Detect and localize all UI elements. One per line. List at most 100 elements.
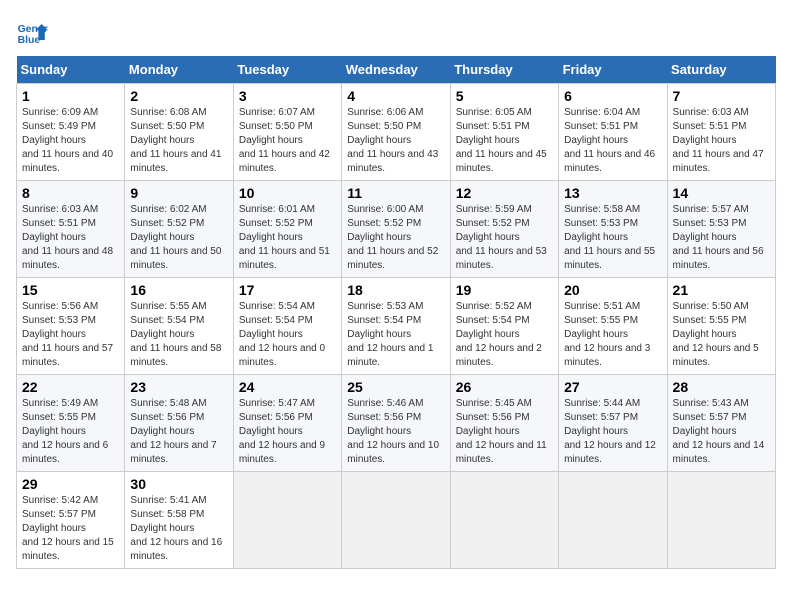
calendar-cell xyxy=(559,472,667,569)
day-number: 19 xyxy=(456,282,553,298)
calendar-cell: 3 Sunrise: 6:07 AMSunset: 5:50 PMDayligh… xyxy=(233,84,341,181)
calendar-cell: 21 Sunrise: 5:50 AMSunset: 5:55 PMDaylig… xyxy=(667,278,775,375)
week-row: 15 Sunrise: 5:56 AMSunset: 5:53 PMDaylig… xyxy=(17,278,776,375)
day-detail: Sunrise: 5:59 AMSunset: 5:52 PMDaylight … xyxy=(456,204,547,271)
week-row: 8 Sunrise: 6:03 AMSunset: 5:51 PMDayligh… xyxy=(17,181,776,278)
calendar-cell: 29 Sunrise: 5:42 AMSunset: 5:57 PMDaylig… xyxy=(17,472,125,569)
day-number: 29 xyxy=(22,476,119,492)
day-header-tuesday: Tuesday xyxy=(233,56,341,84)
day-detail: Sunrise: 6:02 AMSunset: 5:52 PMDaylight … xyxy=(130,204,221,271)
week-row: 1 Sunrise: 6:09 AMSunset: 5:49 PMDayligh… xyxy=(17,84,776,181)
calendar-cell: 6 Sunrise: 6:04 AMSunset: 5:51 PMDayligh… xyxy=(559,84,667,181)
day-detail: Sunrise: 5:46 AMSunset: 5:56 PMDaylight … xyxy=(347,398,439,465)
calendar-cell: 14 Sunrise: 5:57 AMSunset: 5:53 PMDaylig… xyxy=(667,181,775,278)
calendar-cell: 12 Sunrise: 5:59 AMSunset: 5:52 PMDaylig… xyxy=(450,181,558,278)
day-detail: Sunrise: 6:03 AMSunset: 5:51 PMDaylight … xyxy=(22,204,113,271)
day-detail: Sunrise: 5:56 AMSunset: 5:53 PMDaylight … xyxy=(22,301,113,368)
day-number: 17 xyxy=(239,282,336,298)
day-number: 24 xyxy=(239,379,336,395)
day-number: 14 xyxy=(673,185,770,201)
calendar-cell: 7 Sunrise: 6:03 AMSunset: 5:51 PMDayligh… xyxy=(667,84,775,181)
day-number: 11 xyxy=(347,185,444,201)
day-number: 18 xyxy=(347,282,444,298)
day-number: 22 xyxy=(22,379,119,395)
day-detail: Sunrise: 6:01 AMSunset: 5:52 PMDaylight … xyxy=(239,204,330,271)
logo-icon: General Blue xyxy=(16,16,48,48)
day-number: 28 xyxy=(673,379,770,395)
calendar-cell xyxy=(667,472,775,569)
day-header-sunday: Sunday xyxy=(17,56,125,84)
calendar-cell: 23 Sunrise: 5:48 AMSunset: 5:56 PMDaylig… xyxy=(125,375,233,472)
day-number: 21 xyxy=(673,282,770,298)
calendar-cell: 27 Sunrise: 5:44 AMSunset: 5:57 PMDaylig… xyxy=(559,375,667,472)
logo: General Blue xyxy=(16,16,52,48)
calendar-cell: 8 Sunrise: 6:03 AMSunset: 5:51 PMDayligh… xyxy=(17,181,125,278)
calendar-cell: 13 Sunrise: 5:58 AMSunset: 5:53 PMDaylig… xyxy=(559,181,667,278)
day-detail: Sunrise: 6:09 AMSunset: 5:49 PMDaylight … xyxy=(22,107,113,174)
day-detail: Sunrise: 6:06 AMSunset: 5:50 PMDaylight … xyxy=(347,107,438,174)
day-number: 3 xyxy=(239,88,336,104)
day-number: 27 xyxy=(564,379,661,395)
day-detail: Sunrise: 5:43 AMSunset: 5:57 PMDaylight … xyxy=(673,398,765,465)
calendar-cell: 28 Sunrise: 5:43 AMSunset: 5:57 PMDaylig… xyxy=(667,375,775,472)
day-detail: Sunrise: 6:04 AMSunset: 5:51 PMDaylight … xyxy=(564,107,655,174)
week-row: 29 Sunrise: 5:42 AMSunset: 5:57 PMDaylig… xyxy=(17,472,776,569)
calendar-cell: 10 Sunrise: 6:01 AMSunset: 5:52 PMDaylig… xyxy=(233,181,341,278)
day-detail: Sunrise: 6:03 AMSunset: 5:51 PMDaylight … xyxy=(673,107,764,174)
calendar-table: SundayMondayTuesdayWednesdayThursdayFrid… xyxy=(16,56,776,569)
day-number: 12 xyxy=(456,185,553,201)
day-detail: Sunrise: 5:45 AMSunset: 5:56 PMDaylight … xyxy=(456,398,547,465)
day-header-friday: Friday xyxy=(559,56,667,84)
calendar-cell: 5 Sunrise: 6:05 AMSunset: 5:51 PMDayligh… xyxy=(450,84,558,181)
svg-text:Blue: Blue xyxy=(18,35,41,46)
day-number: 20 xyxy=(564,282,661,298)
day-number: 15 xyxy=(22,282,119,298)
day-detail: Sunrise: 5:52 AMSunset: 5:54 PMDaylight … xyxy=(456,301,542,368)
calendar-cell: 26 Sunrise: 5:45 AMSunset: 5:56 PMDaylig… xyxy=(450,375,558,472)
calendar-cell: 25 Sunrise: 5:46 AMSunset: 5:56 PMDaylig… xyxy=(342,375,450,472)
day-number: 10 xyxy=(239,185,336,201)
day-number: 5 xyxy=(456,88,553,104)
calendar-cell: 19 Sunrise: 5:52 AMSunset: 5:54 PMDaylig… xyxy=(450,278,558,375)
day-number: 13 xyxy=(564,185,661,201)
day-detail: Sunrise: 6:05 AMSunset: 5:51 PMDaylight … xyxy=(456,107,547,174)
calendar-cell: 15 Sunrise: 5:56 AMSunset: 5:53 PMDaylig… xyxy=(17,278,125,375)
day-detail: Sunrise: 5:58 AMSunset: 5:53 PMDaylight … xyxy=(564,204,655,271)
calendar-cell xyxy=(233,472,341,569)
day-header-wednesday: Wednesday xyxy=(342,56,450,84)
day-detail: Sunrise: 5:44 AMSunset: 5:57 PMDaylight … xyxy=(564,398,656,465)
day-detail: Sunrise: 5:50 AMSunset: 5:55 PMDaylight … xyxy=(673,301,759,368)
calendar-cell: 9 Sunrise: 6:02 AMSunset: 5:52 PMDayligh… xyxy=(125,181,233,278)
day-detail: Sunrise: 6:08 AMSunset: 5:50 PMDaylight … xyxy=(130,107,221,174)
day-number: 23 xyxy=(130,379,227,395)
day-number: 1 xyxy=(22,88,119,104)
day-detail: Sunrise: 5:54 AMSunset: 5:54 PMDaylight … xyxy=(239,301,325,368)
day-detail: Sunrise: 5:41 AMSunset: 5:58 PMDaylight … xyxy=(130,495,222,562)
day-detail: Sunrise: 6:07 AMSunset: 5:50 PMDaylight … xyxy=(239,107,330,174)
day-number: 16 xyxy=(130,282,227,298)
day-number: 4 xyxy=(347,88,444,104)
day-detail: Sunrise: 5:57 AMSunset: 5:53 PMDaylight … xyxy=(673,204,764,271)
day-detail: Sunrise: 6:00 AMSunset: 5:52 PMDaylight … xyxy=(347,204,438,271)
calendar-cell: 2 Sunrise: 6:08 AMSunset: 5:50 PMDayligh… xyxy=(125,84,233,181)
day-number: 7 xyxy=(673,88,770,104)
day-number: 6 xyxy=(564,88,661,104)
day-number: 25 xyxy=(347,379,444,395)
day-detail: Sunrise: 5:53 AMSunset: 5:54 PMDaylight … xyxy=(347,301,433,368)
calendar-cell: 30 Sunrise: 5:41 AMSunset: 5:58 PMDaylig… xyxy=(125,472,233,569)
day-number: 26 xyxy=(456,379,553,395)
day-number: 9 xyxy=(130,185,227,201)
day-detail: Sunrise: 5:42 AMSunset: 5:57 PMDaylight … xyxy=(22,495,114,562)
calendar-cell: 17 Sunrise: 5:54 AMSunset: 5:54 PMDaylig… xyxy=(233,278,341,375)
page-header: General Blue xyxy=(16,16,776,48)
calendar-cell: 24 Sunrise: 5:47 AMSunset: 5:56 PMDaylig… xyxy=(233,375,341,472)
calendar-cell xyxy=(342,472,450,569)
day-header-monday: Monday xyxy=(125,56,233,84)
day-number: 8 xyxy=(22,185,119,201)
calendar-cell: 20 Sunrise: 5:51 AMSunset: 5:55 PMDaylig… xyxy=(559,278,667,375)
calendar-cell: 16 Sunrise: 5:55 AMSunset: 5:54 PMDaylig… xyxy=(125,278,233,375)
day-detail: Sunrise: 5:55 AMSunset: 5:54 PMDaylight … xyxy=(130,301,221,368)
day-header-thursday: Thursday xyxy=(450,56,558,84)
calendar-cell: 22 Sunrise: 5:49 AMSunset: 5:55 PMDaylig… xyxy=(17,375,125,472)
calendar-cell: 18 Sunrise: 5:53 AMSunset: 5:54 PMDaylig… xyxy=(342,278,450,375)
